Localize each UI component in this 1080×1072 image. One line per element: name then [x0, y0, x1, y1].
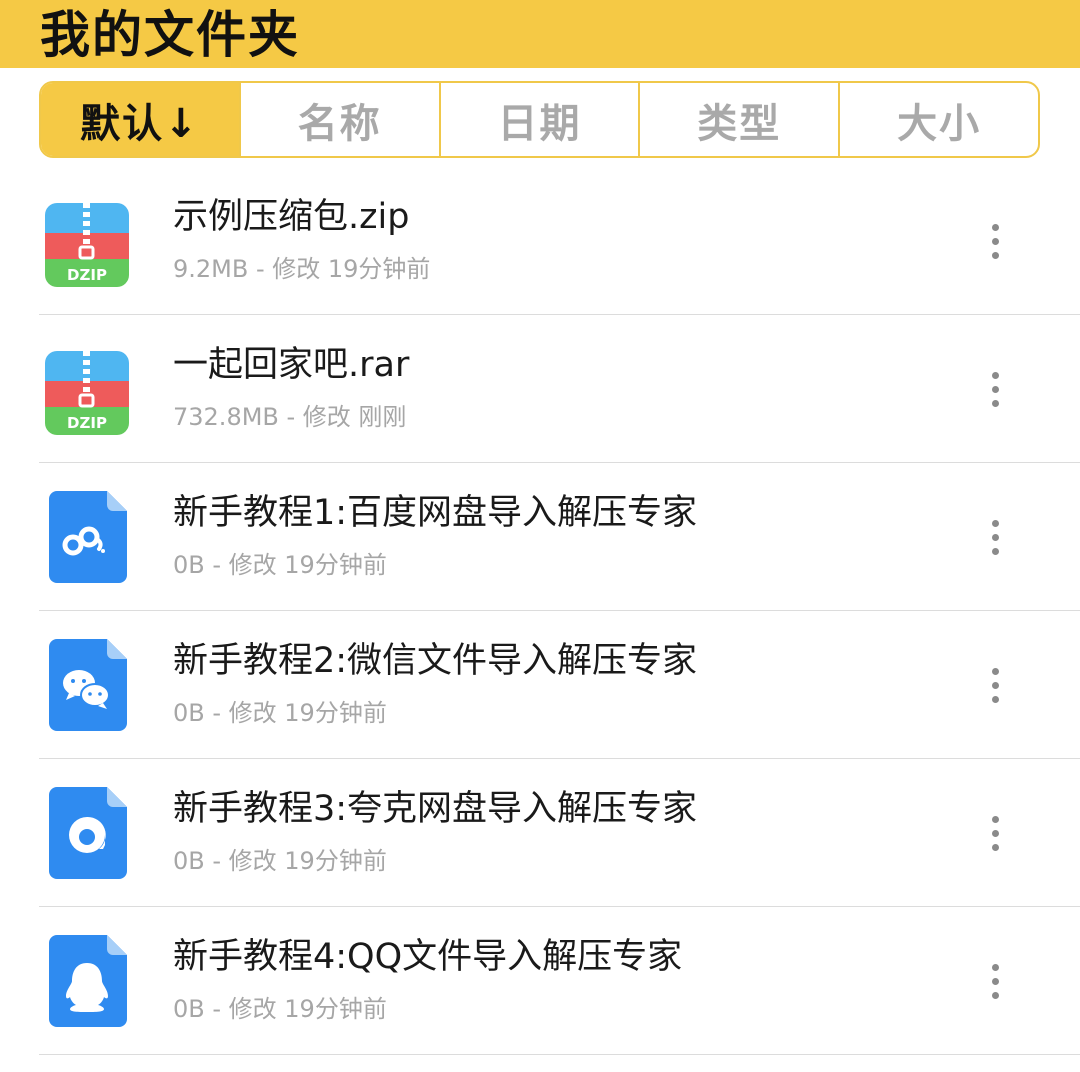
more-options-icon[interactable]: [975, 211, 1015, 271]
wechat-doc-icon: [49, 639, 127, 731]
file-item[interactable]: DZIP 一起回家吧.rar 732.8MB - 修改 刚刚: [39, 315, 1080, 463]
file-meta: 0B - 修改 19分钟前: [173, 995, 387, 1023]
app-header: 我的文件夹: [0, 0, 1080, 68]
file-meta: 0B - 修改 19分钟前: [173, 847, 387, 875]
more-options-icon[interactable]: [975, 803, 1015, 863]
file-meta: 732.8MB - 修改 刚刚: [173, 403, 407, 431]
sort-tab-date[interactable]: 日期: [438, 83, 639, 156]
file-name: 新手教程4:QQ文件导入解压专家: [173, 937, 683, 977]
quark-doc-icon: [49, 787, 127, 879]
dzip-archive-icon: DZIP: [45, 351, 129, 435]
more-options-icon[interactable]: [975, 507, 1015, 567]
file-item[interactable]: 新手教程3:夸克网盘导入解压专家 0B - 修改 19分钟前: [39, 759, 1080, 907]
more-options-icon[interactable]: [975, 655, 1015, 715]
file-item[interactable]: 新手教程4:QQ文件导入解压专家 0B - 修改 19分钟前: [39, 907, 1080, 1055]
dzip-icon-label: DZIP: [67, 266, 107, 284]
sort-tab-name[interactable]: 名称: [238, 83, 439, 156]
file-meta: 0B - 修改 19分钟前: [173, 699, 387, 727]
sort-tab-default[interactable]: 默认↓: [41, 83, 239, 156]
file-item[interactable]: DZIP 示例压缩包.zip 9.2MB - 修改 19分钟前: [39, 167, 1080, 315]
file-name: 新手教程2:微信文件导入解压专家: [173, 641, 698, 681]
more-options-icon[interactable]: [975, 359, 1015, 419]
dzip-archive-icon: DZIP: [45, 203, 129, 287]
dzip-icon-label: DZIP: [67, 414, 107, 432]
file-meta: 0B - 修改 19分钟前: [173, 551, 387, 579]
qq-doc-icon: [49, 935, 127, 1027]
file-name: 示例压缩包.zip: [173, 197, 410, 237]
sort-tab-size[interactable]: 大小: [838, 83, 1038, 156]
page-title: 我的文件夹: [40, 6, 300, 64]
file-name: 新手教程3:夸克网盘导入解压专家: [173, 789, 698, 829]
file-name: 新手教程1:百度网盘导入解压专家: [173, 493, 698, 533]
sort-bar: 默认↓ 名称 日期 类型 大小: [39, 81, 1040, 158]
more-options-icon[interactable]: [975, 951, 1015, 1011]
sort-tab-type[interactable]: 类型: [638, 83, 838, 156]
file-item[interactable]: 新手教程2:微信文件导入解压专家 0B - 修改 19分钟前: [39, 611, 1080, 759]
baidu-netdisk-doc-icon: [49, 491, 127, 583]
file-name: 一起回家吧.rar: [173, 345, 410, 385]
file-item[interactable]: 新手教程1:百度网盘导入解压专家 0B - 修改 19分钟前: [39, 463, 1080, 611]
file-meta: 9.2MB - 修改 19分钟前: [173, 255, 431, 283]
